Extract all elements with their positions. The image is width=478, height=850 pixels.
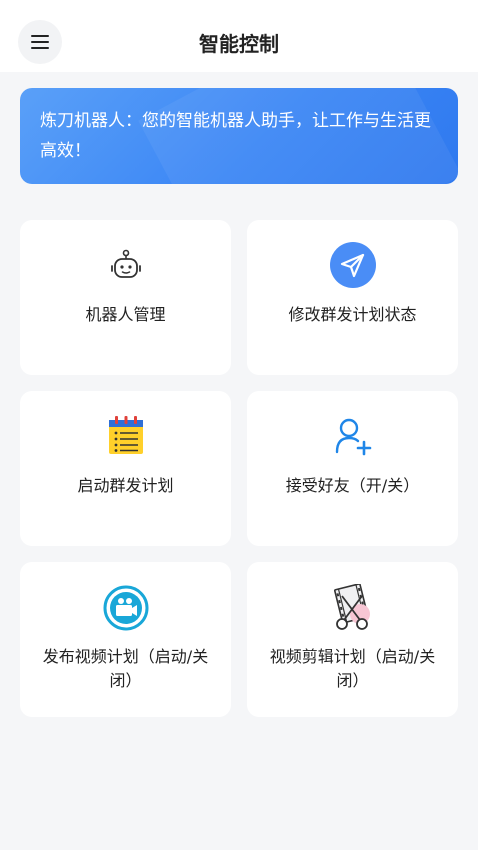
card-video-edit-plan[interactable]: 视频剪辑计划（启动/关闭）: [247, 562, 458, 717]
card-robot-management[interactable]: 机器人管理: [20, 220, 231, 375]
banner-text: 炼刀机器人：您的智能机器人助手，让工作与生活更高效！: [40, 111, 431, 161]
intro-banner: 炼刀机器人：您的智能机器人助手，让工作与生活更高效！: [20, 88, 458, 184]
card-label: 发布视频计划（启动/关闭）: [42, 647, 209, 690]
add-friend-icon: [335, 418, 371, 456]
card-label: 视频剪辑计划（启动/关闭）: [269, 647, 436, 690]
card-label: 机器人管理: [85, 305, 166, 324]
card-publish-video-plan[interactable]: 发布视频计划（启动/关闭）: [20, 562, 231, 717]
card-start-broadcast-plan[interactable]: 启动群发计划: [20, 391, 231, 546]
card-accept-friends[interactable]: 接受好友（开/关）: [247, 391, 458, 546]
send-icon: [329, 242, 376, 288]
page-title: 智能控制: [199, 32, 279, 56]
calendar-checklist-icon: [108, 416, 143, 454]
card-label: 启动群发计划: [77, 476, 174, 495]
robot-icon: [110, 249, 141, 278]
app-header: 智能控制: [0, 0, 478, 72]
card-label: 接受好友（开/关）: [285, 476, 420, 495]
card-label: 修改群发计划状态: [288, 305, 417, 324]
card-modify-broadcast-status[interactable]: 修改群发计划状态: [247, 220, 458, 375]
video-edit-icon: [333, 584, 370, 630]
video-camera-icon: [103, 585, 148, 631]
